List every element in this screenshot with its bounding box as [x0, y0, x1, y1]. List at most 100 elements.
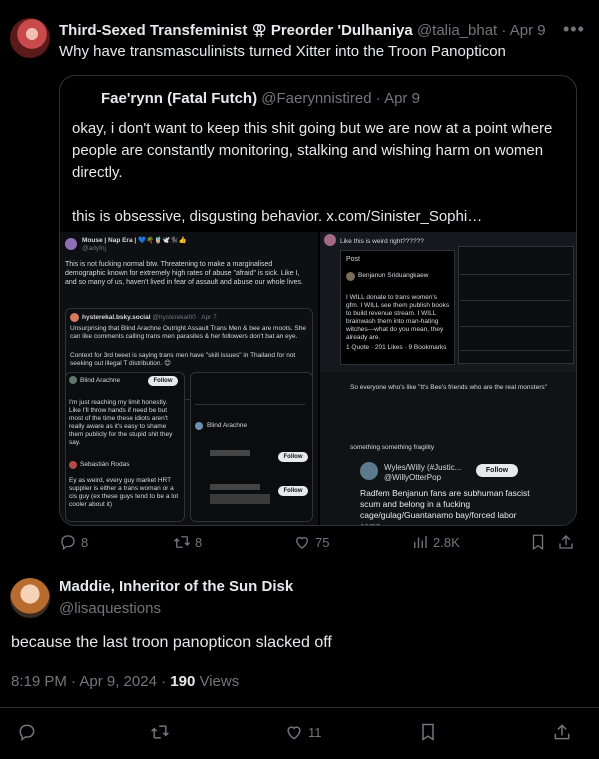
post-date[interactable]: Apr 9: [510, 22, 546, 39]
redaction: [210, 450, 250, 456]
screenshot-replies: [458, 246, 574, 364]
views-button[interactable]: 2.8K: [411, 533, 460, 551]
bookmark-button[interactable]: [418, 722, 438, 742]
screenshot-avatar: [346, 272, 355, 281]
screenshot-avatar: [195, 422, 203, 430]
screenshot-post-author: Benjanun Sriduangkaew: [358, 272, 429, 279]
screenshot-avatar: [69, 376, 77, 384]
screenshot-post-body: I WILL donate to trans women's gfm. I WI…: [346, 294, 450, 341]
quote-media[interactable]: Mouse | Nap Era | 💙🌴🧋🕊️🐈‍⬛👍 @adyfnj This…: [60, 232, 576, 526]
like-count: 75: [315, 534, 330, 550]
reply-icon: [61, 535, 75, 551]
repost-button[interactable]: [150, 722, 170, 742]
share-icon: [559, 535, 573, 549]
reply-icon: [19, 724, 35, 741]
views-icon: [414, 536, 427, 548]
views-count: 190: [170, 673, 196, 690]
like-button[interactable]: 75: [293, 533, 329, 551]
screenshot-author: Mouse | Nap Era | 💙🌴🧋🕊️🐈‍⬛👍: [82, 237, 187, 244]
screenshot-inner-meta: @hysterekal00 · Apr 7: [152, 314, 217, 321]
quote-paragraph: okay, i don't want to keep this shit goi…: [72, 120, 553, 181]
screenshot-avatar: [69, 461, 77, 469]
post-action-bar: 8 8 75 2.8K: [59, 533, 579, 555]
screenshot-inner-body: Context for 3rd tweet is saying trans me…: [70, 352, 296, 367]
screenshot-handle: @adyfnj: [82, 245, 106, 252]
screenshot-post-label: Post: [346, 256, 361, 263]
quote-author-handle: @Faerynnistired: [261, 90, 372, 107]
screenshot-sub-name: Blind Arachne: [207, 422, 248, 429]
views-label: Views: [195, 673, 240, 690]
post-meta: 8:19 PM · Apr 9, 2024 · 190 Views: [11, 673, 239, 690]
post-text: Why have transmasculinists turned Xitter…: [59, 43, 506, 60]
screenshot-follow-button: Follow: [278, 452, 308, 462]
reply-text: because the last troon panopticon slacke…: [11, 634, 332, 651]
screenshot-avatar: [70, 313, 79, 322]
screenshot-follow-button: Follow: [278, 486, 308, 496]
like-icon: [287, 726, 301, 740]
bookmark-icon: [422, 723, 434, 741]
share-icon: [554, 724, 570, 740]
divider: [460, 274, 570, 275]
avatar[interactable]: [10, 578, 50, 618]
like-count: 11: [308, 724, 322, 740]
screenshot-inner-author: hysterekal.bsky.social: [82, 314, 151, 321]
avatar[interactable]: [10, 18, 50, 58]
divider: [460, 300, 570, 301]
repost-icon: [151, 725, 169, 739]
more-icon[interactable]: •••: [563, 19, 585, 40]
screenshot-bottom-quote: So everyone who's like "It's Bee's frien…: [350, 384, 547, 391]
screenshot-bottom-sub: something something fragility: [350, 444, 435, 451]
share-button[interactable]: [557, 533, 575, 551]
post-header: Third-Sexed Transfeminist ⚢ Preorder 'Du…: [59, 22, 546, 39]
reply-action-bar: 11: [0, 720, 599, 746]
divider: [460, 350, 570, 351]
reply-button[interactable]: [17, 722, 37, 742]
screenshot-follow-button: Follow: [148, 376, 178, 386]
quote-author-name: Fae'rynn (Fatal Futch): [101, 90, 258, 107]
name-emoji: ⚢: [251, 22, 267, 39]
screenshot-sub-name: Blind Arachne: [80, 377, 121, 384]
like-button[interactable]: 11: [284, 722, 322, 742]
screenshot-wyles-name: Wyles/Willy (#Justic...: [384, 463, 462, 472]
quoted-post[interactable]: Fae'rynn (Fatal Futch) @Faerynnistired ·…: [59, 75, 577, 526]
bookmark-icon: [532, 534, 544, 551]
repost-button[interactable]: 8: [173, 533, 202, 551]
repost-icon: [174, 536, 190, 548]
quote-paragraph: this is obsessive, disgusting behavior. …: [72, 208, 483, 225]
quote-text: okay, i don't want to keep this shit goi…: [72, 118, 567, 250]
screenshot-follow-button: Follow: [476, 464, 518, 477]
screenshot-avatar: [324, 234, 336, 246]
post-timestamp[interactable]: 8:19 PM · Apr 9, 2024 ·: [11, 673, 170, 690]
screenshot-sub-text: I'm just reaching my limit honestly. Lik…: [69, 399, 173, 446]
screenshot-inner-body: Unsurprising that Blind Arachne Outright…: [70, 325, 306, 340]
screenshot-post-stats: 1 Quote · 201 Likes · 9 Bookmarks: [346, 344, 447, 351]
divider: [0, 707, 599, 708]
screenshot-sub-name: Sebastián Rodas: [80, 461, 130, 468]
divider: [195, 404, 305, 405]
share-button[interactable]: [552, 722, 572, 742]
reply-author-name[interactable]: Maddie, Inheritor of the Sun Disk: [59, 578, 293, 595]
author-name[interactable]: Third-Sexed Transfeminist ⚢ Preorder 'Du…: [59, 22, 413, 39]
view-count: 2.8K: [433, 534, 460, 550]
quote-date: Apr 9: [384, 90, 420, 107]
author-handle[interactable]: @talia_bhat: [417, 22, 497, 39]
quote-header: Fae'rynn (Fatal Futch) @Faerynnistired ·…: [101, 90, 420, 107]
redaction: [210, 494, 270, 504]
screenshot-bottom-text: Radfem Benjanun fans are subhuman fascis…: [360, 488, 530, 526]
like-icon: [296, 536, 308, 549]
reply-count: 8: [81, 534, 89, 550]
divider: [460, 326, 570, 327]
screenshot-body: This is not fucking normal btw. Threaten…: [65, 261, 303, 286]
screenshot-wyles-handle: @WillyOtterPop: [384, 473, 442, 482]
screenshot-avatar: [360, 462, 378, 480]
media-screenshot-right[interactable]: Like this is weird right?????? Post Benj…: [320, 232, 576, 526]
reply-author-handle[interactable]: @lisaquestions: [59, 600, 161, 617]
bookmark-button[interactable]: [529, 533, 547, 551]
screenshot-top-text: Like this is weird right??????: [340, 238, 424, 245]
screenshot-avatar: [65, 238, 77, 250]
reply-button[interactable]: 8: [59, 533, 88, 551]
repost-count: 8: [195, 534, 203, 550]
screenshot-sub-text: Ey as weird, every guy market HRT suppli…: [69, 477, 179, 508]
media-screenshot-left[interactable]: Mouse | Nap Era | 💙🌴🧋🕊️🐈‍⬛👍 @adyfnj This…: [60, 232, 318, 525]
redaction: [210, 484, 260, 490]
